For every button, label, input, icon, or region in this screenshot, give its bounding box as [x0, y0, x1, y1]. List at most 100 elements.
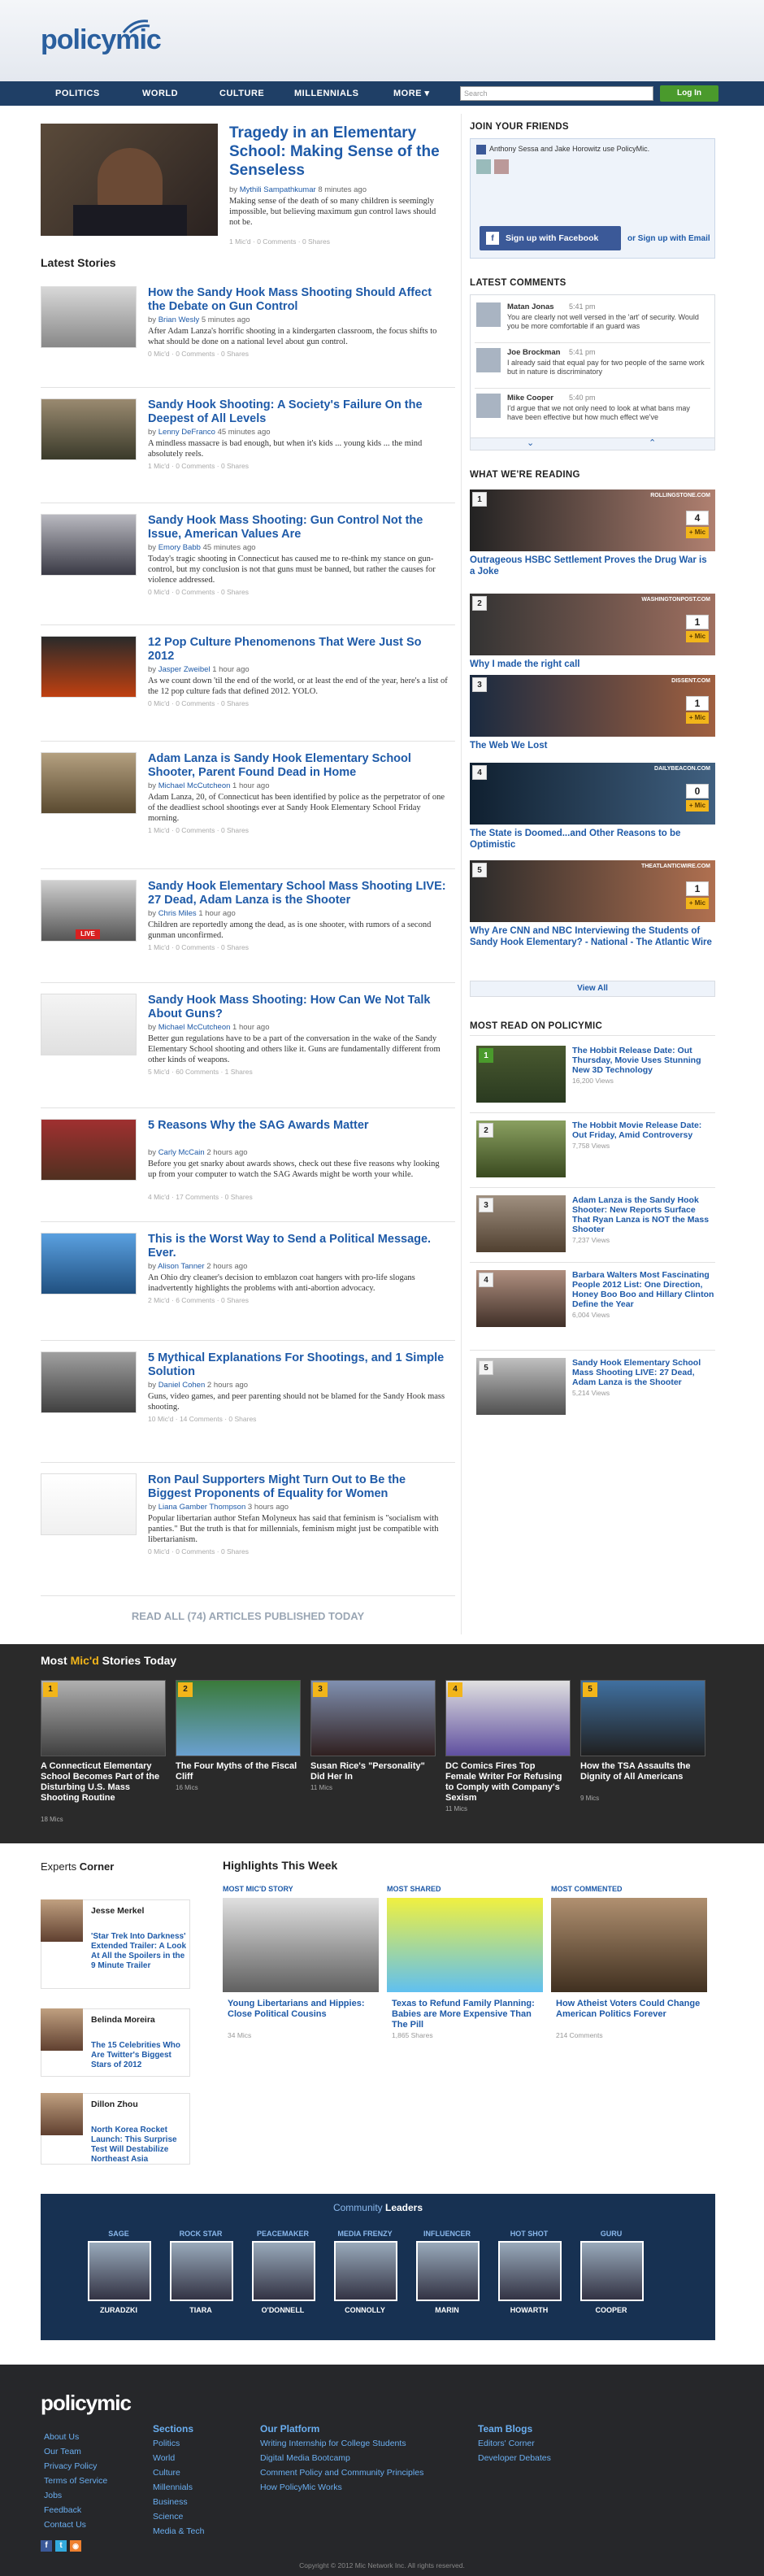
expert-article-title[interactable]: 'Star Trek Into Darkness' Extended Trail…	[91, 1932, 187, 1971]
expert-avatar[interactable]	[41, 2008, 83, 2051]
footer-link[interactable]: Writing Internship for College Students	[260, 2436, 406, 2451]
story-author[interactable]: Alison Tanner	[158, 1262, 204, 1271]
micd-title[interactable]: A Connecticut Elementary School Becomes …	[41, 1761, 163, 1804]
story-title[interactable]: How the Sandy Hook Mass Shooting Should …	[148, 286, 449, 314]
expert-name[interactable]: Dillon Zhou	[91, 2100, 138, 2109]
reading-image[interactable]	[470, 490, 715, 551]
story-thumbnail[interactable]	[41, 1473, 137, 1535]
most-read-title[interactable]: The Hobbit Release Date: Out Thursday, M…	[572, 1046, 715, 1075]
friend-avatar[interactable]	[494, 159, 509, 174]
micd-thumbnail[interactable]	[445, 1680, 571, 1756]
mic-button[interactable]: + Mic	[686, 527, 709, 538]
mic-button[interactable]: + Mic	[686, 712, 709, 724]
leader-card[interactable]: GURU COOPER	[574, 2230, 649, 2314]
highlight-image[interactable]	[223, 1898, 379, 1992]
footer-link[interactable]: Terms of Service	[44, 2474, 107, 2488]
story-author[interactable]: Lenny DeFranco	[158, 428, 215, 437]
footer-link[interactable]: Politics	[153, 2436, 180, 2451]
email-signup-link[interactable]: or Sign up with Email	[627, 234, 710, 243]
reading-title[interactable]: Outrageous HSBC Settlement Proves the Dr…	[470, 555, 714, 577]
reading-title[interactable]: Why I made the right call	[470, 659, 714, 670]
footer-link[interactable]: Digital Media Bootcamp	[260, 2451, 350, 2465]
reading-image[interactable]	[470, 675, 715, 737]
scroll-up-icon[interactable]: ⌃	[649, 437, 656, 448]
leader-card[interactable]: MEDIA FRENZY CONNOLLY	[328, 2230, 402, 2314]
story-title[interactable]: Sandy Hook Mass Shooting: Gun Control No…	[148, 514, 449, 542]
leader-card[interactable]: INFLUENCER MARIN	[410, 2230, 484, 2314]
friend-avatar[interactable]	[476, 159, 491, 174]
story-title[interactable]: Sandy Hook Elementary School Mass Shooti…	[148, 880, 449, 907]
story-title[interactable]: Adam Lanza is Sandy Hook Elementary Scho…	[148, 752, 449, 780]
leader-avatar[interactable]	[498, 2241, 562, 2301]
nav-millennials[interactable]: MILLENNIALS	[294, 81, 358, 106]
story-thumbnail[interactable]: LIVE	[41, 880, 137, 942]
read-all-link[interactable]: READ ALL (74) ARTICLES PUBLISHED TODAY	[41, 1610, 455, 1622]
most-read-title[interactable]: Barbara Walters Most Fascinating People …	[572, 1270, 715, 1309]
footer-link[interactable]: Comment Policy and Community Principles	[260, 2465, 423, 2480]
nav-more[interactable]: MORE ▾	[393, 81, 430, 106]
reading-title[interactable]: Why Are CNN and NBC Interviewing the Stu…	[470, 925, 714, 948]
story-thumbnail[interactable]	[41, 636, 137, 698]
commenter-name[interactable]: Mike Cooper	[507, 394, 553, 402]
story-author[interactable]: Daniel Cohen	[158, 1381, 206, 1390]
story-title[interactable]: 5 Mythical Explanations For Shootings, a…	[148, 1351, 449, 1379]
commenter-avatar[interactable]	[476, 302, 501, 327]
story-thumbnail[interactable]	[41, 994, 137, 1055]
highlight-title[interactable]: Young Libertarians and Hippies: Close Po…	[228, 1999, 379, 2020]
footer-link[interactable]: Editors' Corner	[478, 2436, 535, 2451]
leader-avatar[interactable]	[252, 2241, 315, 2301]
story-author[interactable]: Jasper Zweibel	[158, 665, 211, 674]
expert-avatar[interactable]	[41, 1899, 83, 1942]
leader-avatar[interactable]	[170, 2241, 233, 2301]
micd-thumbnail[interactable]	[310, 1680, 436, 1756]
story-thumbnail[interactable]	[41, 286, 137, 348]
footer-link[interactable]: Media & Tech	[153, 2524, 204, 2539]
footer-link[interactable]: Developer Debates	[478, 2451, 551, 2465]
expert-article-title[interactable]: The 15 Celebrities Who Are Twitter's Big…	[91, 2041, 187, 2070]
leader-avatar[interactable]	[580, 2241, 644, 2301]
micd-thumbnail[interactable]	[580, 1680, 705, 1756]
expert-article-title[interactable]: North Korea Rocket Launch: This Surprise…	[91, 2126, 187, 2165]
nav-world[interactable]: WORLD	[142, 81, 178, 106]
leader-card[interactable]: HOT SHOT HOWARTH	[492, 2230, 566, 2314]
micd-thumbnail[interactable]	[41, 1680, 166, 1756]
expert-name[interactable]: Jesse Merkel	[91, 1906, 144, 1916]
commenter-name[interactable]: Joe Brockman	[507, 348, 560, 357]
leader-card[interactable]: ROCK STAR TIARA	[163, 2230, 238, 2314]
footer-link[interactable]: World	[153, 2451, 175, 2465]
footer-link[interactable]: Privacy Policy	[44, 2459, 97, 2474]
micd-title[interactable]: How the TSA Assaults the Dignity of All …	[580, 1761, 702, 1782]
commenter-name[interactable]: Matan Jonas	[507, 302, 554, 311]
footer-link[interactable]: Jobs	[44, 2488, 62, 2503]
story-author[interactable]: Brian Wesly	[158, 315, 200, 324]
login-button[interactable]: Log In	[660, 85, 718, 102]
reading-image[interactable]	[470, 763, 715, 825]
leader-avatar[interactable]	[88, 2241, 151, 2301]
story-author[interactable]: Emory Babb	[158, 543, 201, 552]
story-thumbnail[interactable]	[41, 1351, 137, 1413]
highlight-title[interactable]: How Atheist Voters Could Change American…	[556, 1999, 707, 2020]
highlight-title[interactable]: Texas to Refund Family Planning: Babies …	[392, 1999, 543, 2030]
featured-title[interactable]: Tragedy in an Elementary School: Making …	[229, 124, 445, 180]
footer-link[interactable]: Culture	[153, 2465, 180, 2480]
story-title[interactable]: Ron Paul Supporters Might Turn Out to Be…	[148, 1473, 449, 1501]
leader-card[interactable]: SAGE ZURADZKI	[81, 2230, 156, 2314]
reading-title[interactable]: The Web We Lost	[470, 740, 714, 751]
micd-title[interactable]: The Four Myths of the Fiscal Cliff	[176, 1761, 297, 1782]
nav-politics[interactable]: POLITICS	[55, 81, 100, 106]
footer-logo[interactable]: policymic	[41, 2391, 132, 2416]
story-thumbnail[interactable]	[41, 1233, 137, 1295]
story-author[interactable]: Chris Miles	[158, 909, 197, 918]
most-read-title[interactable]: Adam Lanza is the Sandy Hook Shooter: Ne…	[572, 1195, 715, 1234]
featured-image[interactable]	[41, 124, 218, 236]
commenter-avatar[interactable]	[476, 394, 501, 418]
story-thumbnail[interactable]	[41, 398, 137, 460]
story-author[interactable]: Michael McCutcheon	[158, 781, 231, 790]
expert-avatar[interactable]	[41, 2093, 83, 2135]
mic-button[interactable]: + Mic	[686, 898, 709, 909]
story-thumbnail[interactable]	[41, 1119, 137, 1181]
view-all-button[interactable]: View All	[470, 981, 715, 997]
footer-link[interactable]: How PolicyMic Works	[260, 2480, 342, 2495]
reading-image[interactable]	[470, 594, 715, 655]
story-title[interactable]: 5 Reasons Why the SAG Awards Matter	[148, 1119, 449, 1133]
